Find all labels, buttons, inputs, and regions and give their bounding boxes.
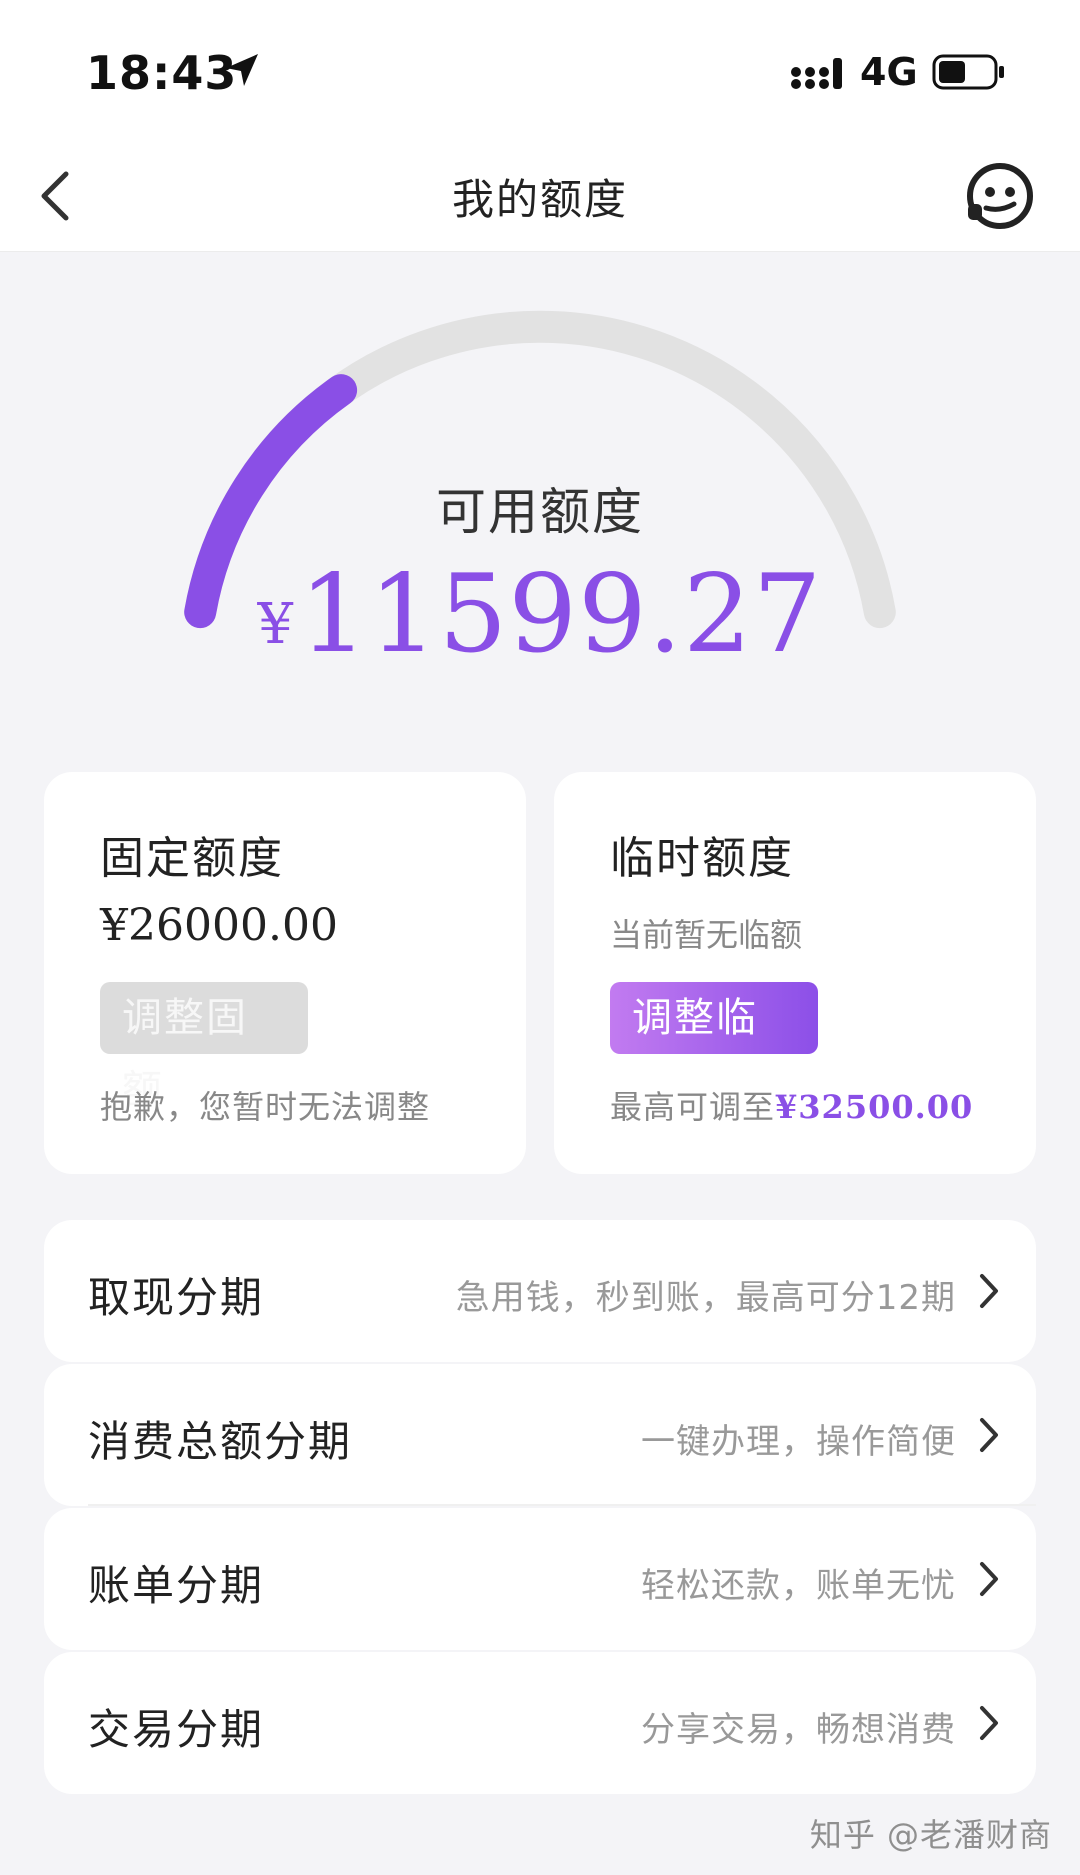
currency-symbol: ¥ bbox=[257, 592, 294, 657]
list-item-transaction-installment[interactable]: 交易分期 分享交易，畅想消费 bbox=[44, 1652, 1036, 1794]
fixed-limit-card: 固定额度 ¥26000.00 调整固额 抱歉，您暂时无法调整 bbox=[44, 772, 526, 1174]
status-bar: 18:43 4G bbox=[0, 0, 1080, 140]
list-item-title: 消费总额分期 bbox=[88, 1417, 353, 1466]
available-limit-gauge: 可用额度 ¥11599.27 bbox=[0, 252, 1080, 712]
gauge-label: 可用额度 bbox=[436, 483, 644, 541]
list-item-title: 取现分期 bbox=[88, 1273, 265, 1322]
fixed-limit-value: ¥26000.00 bbox=[100, 900, 338, 951]
location-arrow-icon bbox=[226, 54, 258, 86]
chevron-right-icon bbox=[980, 1562, 998, 1596]
temp-limit-status: 当前暂无临额 bbox=[610, 916, 803, 954]
list-item-total-spend-installment[interactable]: 消费总额分期 一键办理，操作简便 bbox=[44, 1364, 1036, 1506]
watermark: 知乎 @老潘财商 bbox=[809, 1816, 1052, 1854]
fixed-limit-title: 固定额度 bbox=[100, 833, 284, 884]
list-item-desc: 轻松还款，账单无忧 bbox=[641, 1566, 956, 1606]
chevron-right-icon bbox=[980, 1706, 998, 1740]
signal-icon bbox=[791, 58, 842, 89]
temp-limit-note: 最高可调至¥32500.00 bbox=[610, 1082, 973, 1128]
status-time: 18:43 bbox=[86, 46, 238, 100]
fixed-limit-note: 抱歉，您暂时无法调整 bbox=[100, 1088, 431, 1126]
adjust-fixed-limit-button[interactable]: 调整固额 bbox=[100, 982, 308, 1113]
list-item-title: 交易分期 bbox=[88, 1705, 265, 1754]
chevron-right-icon bbox=[980, 1274, 998, 1308]
available-amount: ¥11599.27 bbox=[0, 552, 1080, 677]
battery-icon bbox=[932, 54, 1004, 90]
chevron-right-icon bbox=[980, 1418, 998, 1452]
list-item-cash-installment[interactable]: 取现分期 急用钱，秒到账，最高可分12期 bbox=[44, 1220, 1036, 1362]
nav-bar: 我的额度 bbox=[0, 140, 1080, 252]
temp-limit-title: 临时额度 bbox=[610, 833, 794, 884]
temp-limit-max-value: ¥32500.00 bbox=[775, 1088, 974, 1126]
amount-value: 11599.27 bbox=[299, 552, 823, 677]
list-item-bill-installment[interactable]: 账单分期 轻松还款，账单无忧 bbox=[44, 1508, 1036, 1650]
network-type: 4G bbox=[860, 50, 918, 94]
temp-limit-note-prefix: 最高可调至 bbox=[610, 1088, 776, 1126]
adjust-temp-limit-button[interactable]: 调整临额 bbox=[610, 982, 818, 1113]
customer-service-icon[interactable] bbox=[964, 160, 1036, 232]
list-item-desc: 分享交易，畅想消费 bbox=[641, 1710, 956, 1750]
temp-limit-card: 临时额度 当前暂无临额 调整临额 最高可调至¥32500.00 bbox=[554, 772, 1036, 1174]
list-divider bbox=[88, 1504, 1036, 1506]
list-item-desc: 急用钱，秒到账，最高可分12期 bbox=[455, 1278, 956, 1318]
list-item-title: 账单分期 bbox=[88, 1561, 265, 1610]
page-title: 我的额度 bbox=[451, 175, 628, 224]
list-item-desc: 一键办理，操作简便 bbox=[641, 1422, 956, 1462]
